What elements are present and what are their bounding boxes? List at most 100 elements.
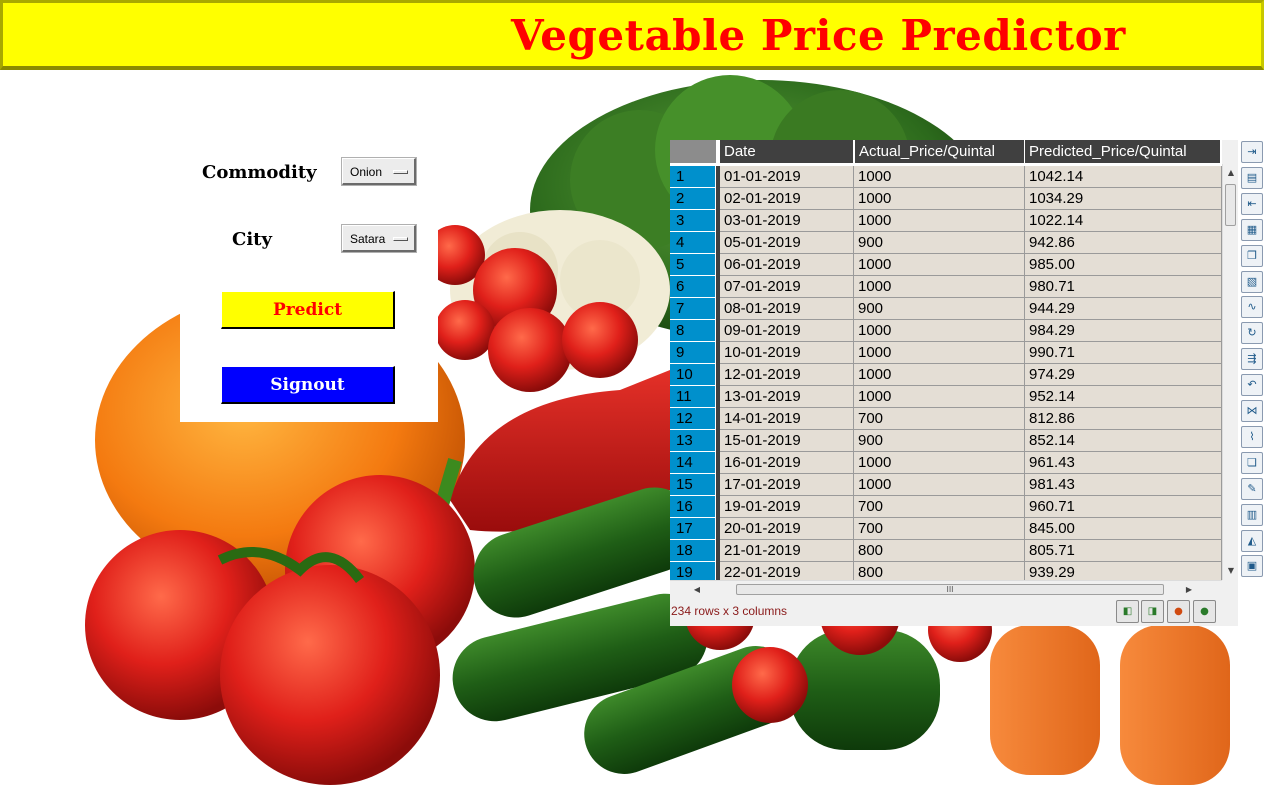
actual-price-cell[interactable]: 1000 [854, 254, 1025, 276]
row-index-cell[interactable]: 16 [670, 496, 716, 518]
table-row[interactable]: 11 13-01-2019 1000 952.14 [670, 386, 1222, 408]
table-row[interactable]: 12 14-01-2019 700 812.86 [670, 408, 1222, 430]
table-row[interactable]: 4 05-01-2019 900 942.86 [670, 232, 1222, 254]
row-index-cell[interactable]: 5 [670, 254, 716, 276]
city-dropdown[interactable]: Satara [341, 224, 417, 253]
merge-icon[interactable]: ⋈ [1241, 400, 1263, 422]
horizontal-scroll-thumb[interactable]: III [736, 584, 1164, 595]
predicted-price-cell[interactable]: 981.43 [1025, 474, 1222, 496]
row-index-cell[interactable]: 9 [670, 342, 716, 364]
date-cell[interactable]: 09-01-2019 [720, 320, 854, 342]
date-cell[interactable]: 08-01-2019 [720, 298, 854, 320]
predicted-price-cell[interactable]: 952.14 [1025, 386, 1222, 408]
row-index-cell[interactable]: 14 [670, 452, 716, 474]
table-row[interactable]: 8 09-01-2019 1000 984.29 [670, 320, 1222, 342]
column-header-predicted-price[interactable]: Predicted_Price/Quintal [1025, 140, 1220, 163]
actual-price-cell[interactable]: 1000 [854, 364, 1025, 386]
date-cell[interactable]: 17-01-2019 [720, 474, 854, 496]
predicted-price-cell[interactable]: 960.71 [1025, 496, 1222, 518]
predicted-price-cell[interactable]: 984.29 [1025, 320, 1222, 342]
date-cell[interactable]: 03-01-2019 [720, 210, 854, 232]
paste-icon[interactable]: ▧ [1241, 270, 1263, 293]
actual-price-cell[interactable]: 1000 [854, 276, 1025, 298]
edit-icon[interactable]: ✎ [1241, 477, 1263, 500]
row-index-cell[interactable]: 7 [670, 298, 716, 320]
refresh-icon[interactable]: ↻ [1241, 322, 1263, 345]
vertical-scrollbar[interactable]: ▲ ▼ [1222, 164, 1238, 580]
date-cell[interactable]: 14-01-2019 [720, 408, 854, 430]
export-icon[interactable]: ⇥ [1241, 141, 1263, 163]
horizontal-scrollbar[interactable]: ◀ III ▶ [670, 580, 1222, 598]
actual-price-cell[interactable]: 1000 [854, 452, 1025, 474]
row-index-cell[interactable]: 6 [670, 276, 716, 298]
row-index-cell[interactable]: 17 [670, 518, 716, 540]
predicted-price-cell[interactable]: 985.00 [1025, 254, 1222, 276]
first-page-icon[interactable]: ◧ [1116, 600, 1139, 623]
predicted-price-cell[interactable]: 942.86 [1025, 232, 1222, 254]
actual-price-cell[interactable]: 1000 [854, 210, 1025, 232]
row-index-cell[interactable]: 19 [670, 562, 716, 580]
actual-price-cell[interactable]: 1000 [854, 166, 1025, 188]
predicted-price-cell[interactable]: 812.86 [1025, 408, 1222, 430]
signout-button[interactable]: Signout [221, 366, 395, 404]
transform-icon[interactable]: ⇶ [1241, 348, 1263, 371]
vertical-scroll-thumb[interactable] [1225, 184, 1236, 226]
predict-button[interactable]: Predict [221, 291, 395, 329]
date-cell[interactable]: 01-01-2019 [720, 166, 854, 188]
undo-icon[interactable]: ↶ [1241, 374, 1263, 397]
actual-price-cell[interactable]: 900 [854, 430, 1025, 452]
stop-icon[interactable]: ● [1167, 600, 1190, 623]
predicted-price-cell[interactable]: 1042.14 [1025, 166, 1222, 188]
table-row[interactable]: 9 10-01-2019 1000 990.71 [670, 342, 1222, 364]
scroll-down-icon[interactable]: ▼ [1223, 564, 1239, 578]
actual-price-cell[interactable]: 800 [854, 540, 1025, 562]
column-header-actual-price[interactable]: Actual_Price/Quintal [855, 140, 1024, 163]
row-index-cell[interactable]: 3 [670, 210, 716, 232]
table-row[interactable]: 15 17-01-2019 1000 981.43 [670, 474, 1222, 496]
scroll-up-icon[interactable]: ▲ [1223, 166, 1239, 180]
row-index-cell[interactable]: 12 [670, 408, 716, 430]
actual-price-cell[interactable]: 900 [854, 232, 1025, 254]
table-row[interactable]: 16 19-01-2019 700 960.71 [670, 496, 1222, 518]
report-icon[interactable]: ▣ [1241, 555, 1263, 578]
actual-price-cell[interactable]: 1000 [854, 320, 1025, 342]
date-cell[interactable]: 02-01-2019 [720, 188, 854, 210]
row-index-cell[interactable]: 10 [670, 364, 716, 386]
predicted-price-cell[interactable]: 974.29 [1025, 364, 1222, 386]
go-icon[interactable]: ● [1193, 600, 1216, 623]
date-cell[interactable]: 16-01-2019 [720, 452, 854, 474]
predicted-price-cell[interactable]: 845.00 [1025, 518, 1222, 540]
actual-price-cell[interactable]: 1000 [854, 342, 1025, 364]
date-cell[interactable]: 22-01-2019 [720, 562, 854, 580]
row-index-cell[interactable]: 11 [670, 386, 716, 408]
calculator-icon[interactable]: ▥ [1241, 503, 1263, 526]
predicted-price-cell[interactable]: 990.71 [1025, 342, 1222, 364]
row-index-cell[interactable]: 13 [670, 430, 716, 452]
table-row[interactable]: 19 22-01-2019 800 939.29 [670, 562, 1222, 580]
table-row[interactable]: 7 08-01-2019 900 944.29 [670, 298, 1222, 320]
chart-line-icon[interactable]: ⌇ [1241, 425, 1263, 448]
actual-price-cell[interactable]: 1000 [854, 188, 1025, 210]
table-row[interactable]: 2 02-01-2019 1000 1034.29 [670, 188, 1222, 210]
actual-price-cell[interactable]: 700 [854, 496, 1025, 518]
date-cell[interactable]: 20-01-2019 [720, 518, 854, 540]
actual-price-cell[interactable]: 900 [854, 298, 1025, 320]
predicted-price-cell[interactable]: 805.71 [1025, 540, 1222, 562]
predicted-price-cell[interactable]: 980.71 [1025, 276, 1222, 298]
chart-area-icon[interactable]: ◭ [1241, 529, 1263, 552]
row-index-cell[interactable]: 15 [670, 474, 716, 496]
table-row[interactable]: 1 01-01-2019 1000 1042.14 [670, 166, 1222, 188]
row-index-cell[interactable]: 2 [670, 188, 716, 210]
duplicate-icon[interactable]: ❏ [1241, 451, 1263, 474]
date-cell[interactable]: 19-01-2019 [720, 496, 854, 518]
table-row[interactable]: 3 03-01-2019 1000 1022.14 [670, 210, 1222, 232]
row-index-cell[interactable]: 8 [670, 320, 716, 342]
scroll-left-icon[interactable]: ◀ [690, 582, 704, 598]
copy-icon[interactable]: ❐ [1241, 244, 1263, 267]
column-header-date[interactable]: Date [720, 140, 853, 163]
plot-icon[interactable]: ∿ [1241, 296, 1263, 319]
actual-price-cell[interactable]: 1000 [854, 386, 1025, 408]
header-corner[interactable] [670, 140, 716, 163]
date-cell[interactable]: 15-01-2019 [720, 430, 854, 452]
save-icon[interactable]: ▤ [1241, 166, 1263, 189]
